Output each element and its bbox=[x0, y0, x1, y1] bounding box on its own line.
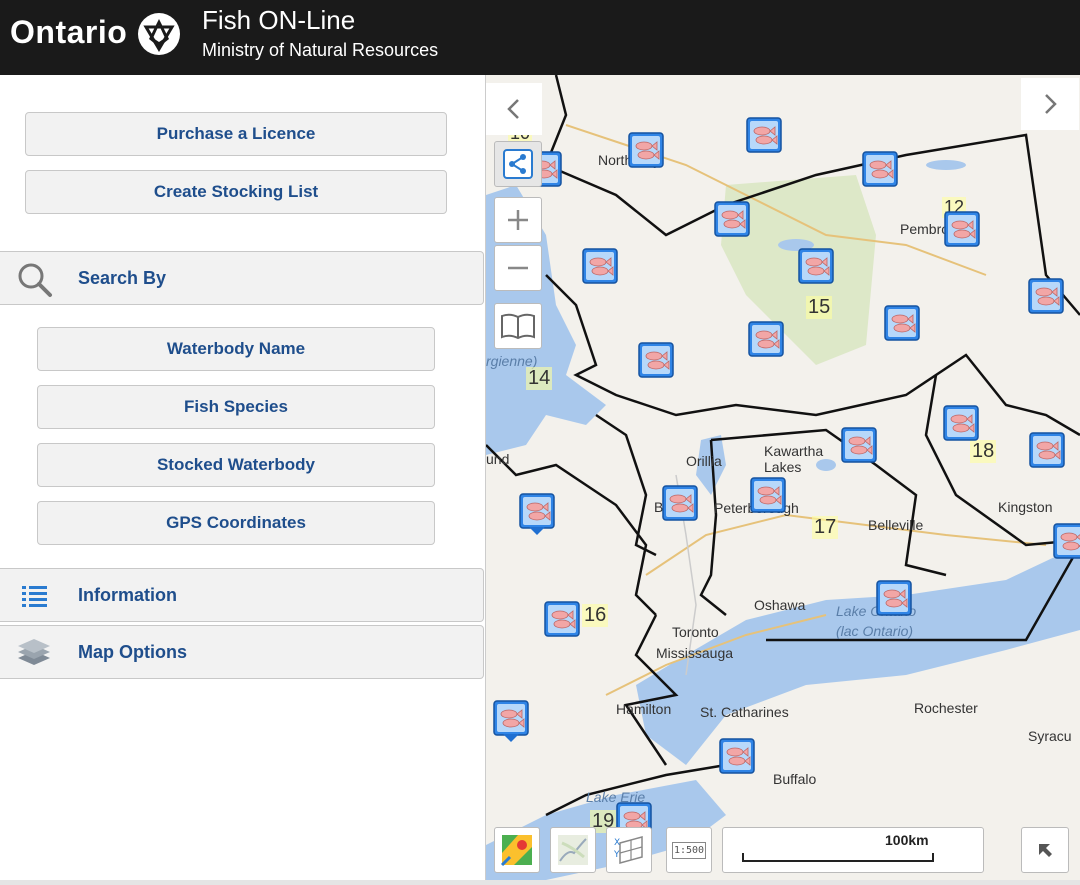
fish-stocking-marker-icon[interactable] bbox=[884, 305, 920, 341]
zoom-in-button[interactable] bbox=[494, 197, 542, 243]
fish-stocking-marker-icon[interactable] bbox=[944, 211, 980, 247]
app-root: Ontario Fish ON-Line Ministry of Natural… bbox=[0, 0, 1080, 885]
xy-grid-icon: X Y bbox=[613, 836, 643, 864]
scale-label: 100km bbox=[885, 832, 929, 848]
zone-number: 14 bbox=[526, 367, 553, 390]
overview-map-button[interactable] bbox=[1021, 827, 1069, 873]
map-label-kawartha: Kawartha bbox=[764, 443, 824, 459]
map-label-lac-ontario: (lac Ontario) bbox=[836, 623, 914, 639]
terrain-basemap-button[interactable] bbox=[550, 827, 596, 873]
minus-icon bbox=[508, 266, 528, 270]
fish-stocking-marker-icon[interactable] bbox=[862, 151, 898, 187]
ontario-logo-text[interactable]: Ontario bbox=[10, 14, 127, 51]
search-by-section[interactable]: Search By bbox=[0, 251, 484, 305]
fish-stocking-marker-icon[interactable] bbox=[714, 201, 750, 237]
bottom-strip bbox=[0, 880, 1080, 885]
legend-button[interactable] bbox=[494, 303, 542, 349]
scale-bar: 100km bbox=[722, 827, 984, 873]
map-label-kingston: Kingston bbox=[998, 499, 1053, 515]
zone-number: 17 bbox=[812, 516, 839, 539]
map-label-syracuse: Syracu bbox=[1028, 728, 1072, 744]
chevron-right-icon bbox=[1045, 94, 1057, 114]
sidebar: Purchase a Licence Create Stocking List … bbox=[0, 75, 486, 885]
fish-stocking-marker-icon[interactable] bbox=[798, 248, 834, 284]
fish-stocking-marker-icon[interactable] bbox=[1053, 523, 1080, 559]
fish-stocking-marker-icon[interactable] bbox=[841, 427, 877, 463]
app-subtitle: Ministry of Natural Resources bbox=[202, 40, 439, 60]
fish-stocking-marker-icon[interactable] bbox=[750, 477, 786, 513]
fish-species-button[interactable]: Fish Species bbox=[37, 385, 435, 429]
map-label-orillia: Orillia bbox=[686, 453, 722, 469]
share-icon bbox=[503, 149, 533, 179]
fish-stocking-marker-icon[interactable] bbox=[943, 405, 979, 441]
fish-stocking-marker-icon[interactable] bbox=[1028, 278, 1064, 314]
fish-stocking-marker-icon[interactable] bbox=[638, 342, 674, 378]
fish-stocking-marker-icon[interactable] bbox=[876, 580, 912, 616]
map-label-toronto: Toronto bbox=[672, 624, 719, 640]
scale-ratio-button[interactable]: 1:500 bbox=[666, 827, 712, 873]
fish-stocking-marker-icon[interactable] bbox=[748, 321, 784, 357]
book-icon bbox=[501, 313, 535, 340]
map-label-buffalo: Buffalo bbox=[773, 771, 817, 787]
fish-stocking-marker-icon[interactable] bbox=[582, 248, 618, 284]
stocked-waterbody-button[interactable]: Stocked Waterbody bbox=[37, 443, 435, 487]
coordinates-button[interactable]: X Y bbox=[606, 827, 652, 873]
gps-coordinates-button[interactable]: GPS Coordinates bbox=[37, 501, 435, 545]
plus-icon bbox=[508, 210, 528, 230]
header: Ontario Fish ON-Line Ministry of Natural… bbox=[0, 0, 1080, 75]
fish-location-pin-icon[interactable] bbox=[493, 700, 529, 744]
fish-stocking-marker-icon[interactable] bbox=[746, 117, 782, 153]
map-label-lakes: Lakes bbox=[764, 459, 802, 475]
map-label-oshawa: Oshawa bbox=[754, 597, 806, 613]
svg-text:X: X bbox=[614, 838, 620, 848]
arrow-up-left-icon bbox=[1039, 844, 1052, 857]
map-label-hamilton: Hamilton bbox=[616, 701, 672, 717]
collapse-panel-button[interactable] bbox=[486, 83, 542, 135]
fish-stocking-marker-icon[interactable] bbox=[544, 601, 580, 637]
create-stocking-list-button[interactable]: Create Stocking List bbox=[25, 170, 447, 214]
list-icon bbox=[22, 586, 47, 607]
map-label-mississauga: Mississauga bbox=[656, 645, 734, 661]
chevron-left-icon bbox=[507, 99, 519, 119]
scale-bar-graphic bbox=[742, 853, 934, 862]
map-view[interactable]: North Bay Pembroke Orillia Kawartha Lake… bbox=[486, 75, 1080, 880]
map-label-rochester: Rochester bbox=[914, 700, 978, 716]
waterbody-name-button[interactable]: Waterbody Name bbox=[37, 327, 435, 371]
svg-text:Y: Y bbox=[613, 850, 620, 860]
trillium-logo-icon[interactable] bbox=[136, 11, 182, 57]
fish-stocking-marker-icon[interactable] bbox=[662, 485, 698, 521]
fish-stocking-marker-icon[interactable] bbox=[628, 132, 664, 168]
information-section[interactable]: Information bbox=[0, 568, 484, 622]
search-by-label: Search By bbox=[78, 267, 167, 288]
basemap-icon bbox=[500, 835, 532, 867]
zone-number: 15 bbox=[806, 296, 833, 319]
purchase-licence-button[interactable]: Purchase a Licence bbox=[25, 112, 447, 156]
map-label-sound: und bbox=[486, 451, 510, 467]
scale-ratio-text: 1:500 bbox=[671, 841, 707, 859]
expand-panel-button[interactable] bbox=[1021, 78, 1079, 130]
search-icon bbox=[18, 263, 52, 297]
terrain-icon bbox=[558, 835, 588, 865]
information-label: Information bbox=[78, 584, 177, 605]
fish-stocking-marker-icon[interactable] bbox=[1029, 432, 1065, 468]
map-label-st-catharines: St. Catharines bbox=[700, 704, 789, 720]
app-title: Fish ON-Line bbox=[202, 5, 356, 35]
layers-icon bbox=[18, 639, 50, 665]
map-options-label: Map Options bbox=[78, 641, 187, 662]
map-label-belleville: Belleville bbox=[868, 517, 924, 533]
zone-number: 16 bbox=[582, 604, 609, 627]
basemap-switch-button[interactable] bbox=[494, 827, 540, 873]
zoom-out-button[interactable] bbox=[494, 245, 542, 291]
fish-location-pin-icon[interactable] bbox=[519, 493, 555, 537]
share-button[interactable] bbox=[494, 141, 542, 187]
map-options-section[interactable]: Map Options bbox=[0, 625, 484, 679]
fish-stocking-marker-icon[interactable] bbox=[719, 738, 755, 774]
